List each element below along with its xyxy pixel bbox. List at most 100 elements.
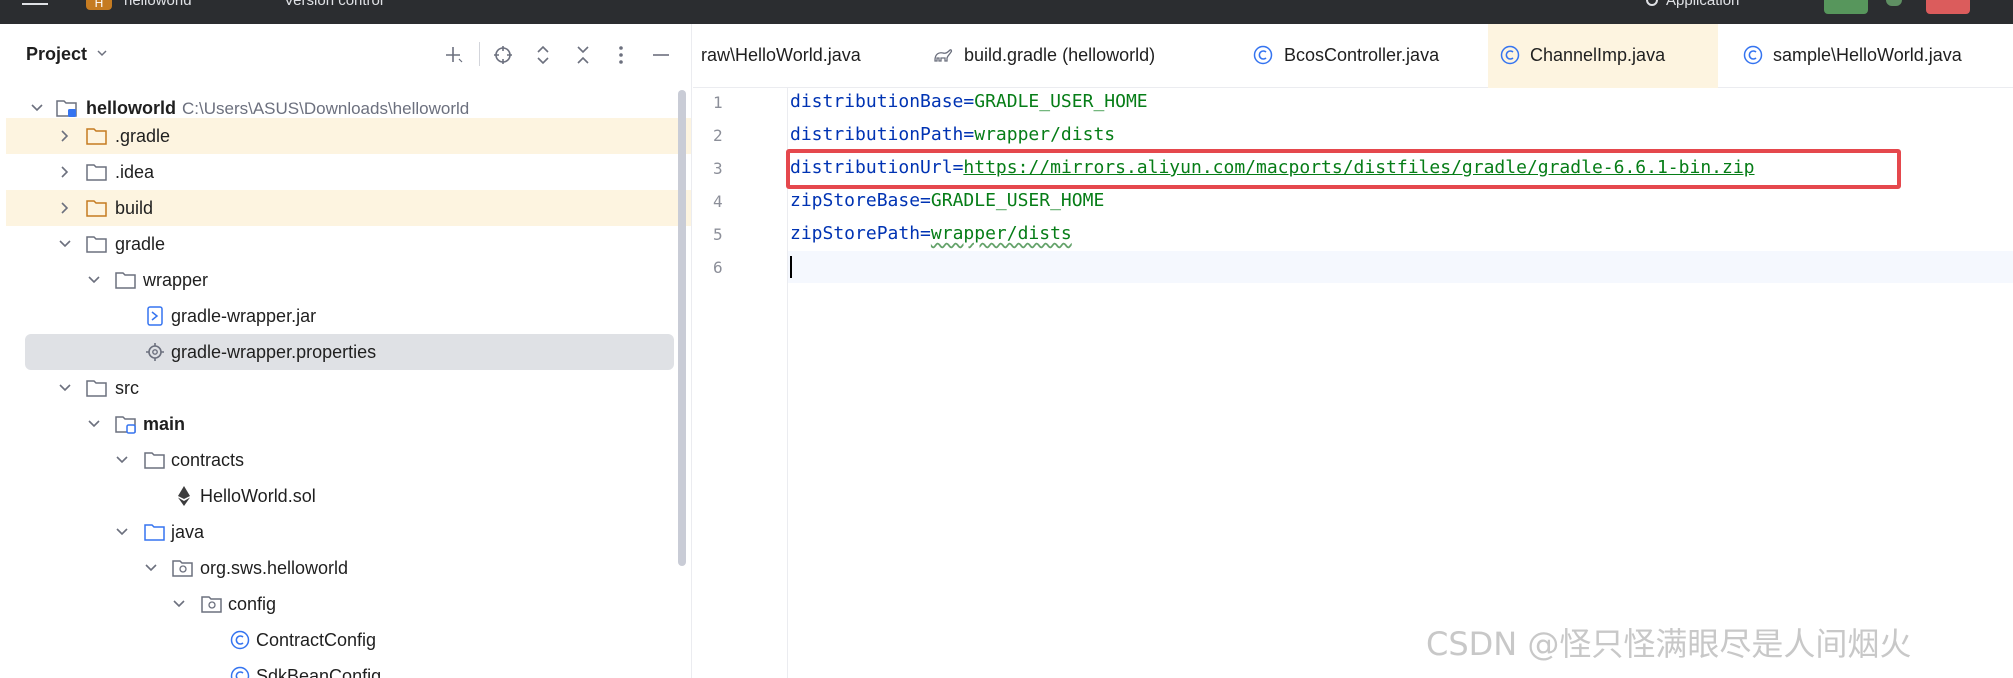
ethereum-icon bbox=[178, 486, 190, 506]
property-value: GRADLE_USER_HOME bbox=[930, 190, 1105, 211]
property-key: zipStoreBase bbox=[790, 190, 921, 211]
debug-icon[interactable] bbox=[1886, 0, 1902, 6]
project-panel-header: Project bbox=[0, 24, 691, 88]
tree-label: org.sws.helloworld bbox=[200, 558, 349, 578]
tree-row-sdkbeanconfig[interactable]: SdkBeanConfig bbox=[6, 658, 691, 678]
code-editor[interactable]: 1 2 3 4 5 6 distributionBase=GRADLE_USER… bbox=[693, 88, 2013, 678]
run-config-icon bbox=[1646, 0, 1658, 6]
project-panel-title[interactable]: Project bbox=[26, 44, 87, 65]
tree-label: wrapper bbox=[143, 270, 209, 290]
class-icon bbox=[230, 666, 250, 678]
line-number: 5 bbox=[713, 225, 723, 244]
vcs-widget[interactable]: Version control bbox=[284, 0, 383, 9]
tree-label: .idea bbox=[115, 162, 155, 182]
gradle-icon bbox=[934, 49, 953, 62]
chevron-down-icon[interactable] bbox=[58, 237, 72, 251]
chevron-down-icon[interactable] bbox=[115, 453, 129, 467]
tab-raw-helloworld[interactable]: raw\HelloWorld.java bbox=[693, 24, 913, 88]
folder-blue-icon bbox=[144, 524, 165, 541]
annotation-highlight-box bbox=[786, 149, 1901, 189]
chevron-right-icon[interactable] bbox=[58, 201, 72, 215]
tree-label: ContractConfig bbox=[256, 630, 377, 650]
chevron-down-icon[interactable] bbox=[172, 597, 186, 611]
tab-bcoscontroller[interactable]: BcosController.java bbox=[1248, 24, 1498, 88]
class-icon bbox=[1743, 45, 1763, 65]
chevron-down-icon[interactable] bbox=[30, 101, 44, 115]
watermark: CSDN @怪只怪满眼尽是人间烟火 bbox=[1426, 625, 1912, 663]
folder-orange-icon bbox=[86, 200, 107, 217]
chevron-down-icon[interactable] bbox=[115, 525, 129, 539]
tree-row-gradle-wrapper-jar[interactable]: gradle-wrapper.jar bbox=[6, 298, 691, 334]
main-toolbar: H helloworld Version control Application bbox=[0, 0, 2013, 24]
property-key: distributionPath bbox=[790, 124, 964, 145]
equals-sign: = bbox=[963, 91, 975, 112]
project-switcher[interactable]: helloworld bbox=[124, 0, 192, 9]
hide-panel-icon[interactable] bbox=[650, 44, 672, 66]
line-number: 3 bbox=[713, 159, 723, 178]
run-config-selector[interactable]: Application bbox=[1666, 0, 1739, 9]
project-path: C:\Users\ASUS\Downloads\helloworld bbox=[182, 99, 470, 118]
tree-label: .gradle bbox=[115, 126, 171, 146]
tree-row-build[interactable]: build bbox=[6, 190, 691, 226]
tree-row-package-helloworld[interactable]: org.sws.helloworld bbox=[6, 550, 691, 586]
tree-row-idea[interactable]: .idea bbox=[6, 154, 691, 190]
run-button[interactable] bbox=[1824, 0, 1868, 14]
tree-row-wrapper[interactable]: wrapper bbox=[6, 262, 691, 298]
folder-icon bbox=[144, 452, 165, 469]
line-number: 4 bbox=[713, 192, 723, 211]
tree-row-src[interactable]: src bbox=[6, 370, 691, 406]
add-icon[interactable] bbox=[443, 44, 465, 66]
project-tree-scrollbar[interactable] bbox=[678, 90, 686, 566]
source-root-folder-icon bbox=[115, 416, 136, 434]
folder-icon bbox=[86, 380, 107, 397]
text-caret bbox=[790, 256, 792, 278]
project-badge[interactable]: H bbox=[86, 0, 112, 10]
tree-label: gradle-wrapper.jar bbox=[171, 306, 317, 326]
folder-orange-icon bbox=[86, 128, 107, 145]
folder-icon bbox=[86, 236, 107, 253]
tree-label: src bbox=[115, 378, 139, 398]
tab-label: raw\HelloWorld.java bbox=[701, 45, 861, 65]
collapse-all-icon[interactable] bbox=[572, 44, 594, 66]
chevron-down-icon[interactable] bbox=[144, 561, 158, 575]
expand-all-icon[interactable] bbox=[532, 44, 554, 66]
class-icon bbox=[1253, 45, 1273, 65]
equals-sign: = bbox=[920, 190, 931, 211]
property-key: distributionBase bbox=[790, 91, 964, 112]
chevron-down-icon[interactable] bbox=[87, 417, 101, 431]
chevron-right-icon[interactable] bbox=[58, 165, 72, 179]
class-icon bbox=[230, 630, 250, 650]
tree-row-java[interactable]: java bbox=[6, 514, 691, 550]
tree-row-helloworld-sol[interactable]: HelloWorld.sol bbox=[6, 478, 691, 514]
locate-icon[interactable] bbox=[492, 44, 514, 66]
tab-channelimp[interactable]: ChannelImp.java bbox=[1488, 24, 1718, 88]
module-folder-icon bbox=[56, 100, 77, 117]
tree-row-gradle[interactable]: gradle bbox=[6, 226, 691, 262]
chevron-down-icon[interactable] bbox=[97, 48, 107, 58]
chevron-down-icon[interactable] bbox=[87, 273, 101, 287]
chevron-right-icon[interactable] bbox=[58, 129, 72, 143]
code-line: distributionPath=wrapper/dists bbox=[790, 124, 1115, 145]
code-line: zipStoreBase=GRADLE_USER_HOME bbox=[790, 190, 1104, 211]
tab-sample-helloworld[interactable]: sample\HelloWorld.java bbox=[1740, 24, 2000, 88]
tree-row-gradle-wrapper-properties[interactable]: gradle-wrapper.properties bbox=[25, 334, 674, 370]
tree-label: gradle bbox=[115, 234, 166, 254]
tree-row-contractconfig[interactable]: ContractConfig bbox=[6, 622, 691, 658]
line-number: 6 bbox=[713, 258, 723, 277]
tab-label: ChannelImp.java bbox=[1530, 45, 1666, 65]
folder-icon bbox=[115, 272, 136, 289]
chevron-down-icon[interactable] bbox=[58, 381, 72, 395]
more-options-icon[interactable] bbox=[610, 44, 632, 66]
tree-label: gradle-wrapper.properties bbox=[171, 342, 377, 362]
tree-row-config[interactable]: config bbox=[6, 586, 691, 622]
main-menu-icon[interactable] bbox=[22, 0, 48, 10]
stop-button[interactable] bbox=[1926, 0, 1970, 14]
folder-icon bbox=[86, 164, 107, 181]
line-number: 1 bbox=[713, 93, 723, 112]
tab-build-gradle[interactable]: build.gradle (helloworld) bbox=[933, 24, 1233, 88]
header-divider bbox=[479, 42, 480, 66]
tree-label: helloworld bbox=[86, 98, 176, 118]
tree-row-gradle-cache[interactable]: .gradle bbox=[6, 118, 691, 154]
tree-row-main[interactable]: main bbox=[6, 406, 691, 442]
tree-row-contracts[interactable]: contracts bbox=[6, 442, 691, 478]
